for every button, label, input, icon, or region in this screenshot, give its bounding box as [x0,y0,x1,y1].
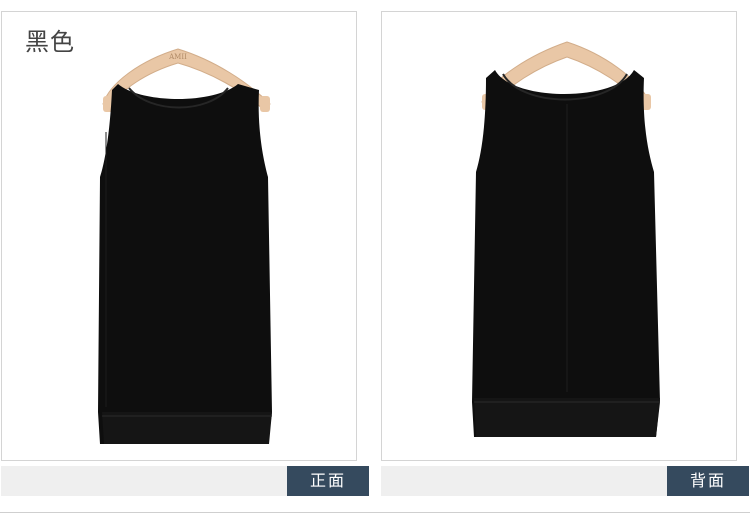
front-garment-image: AMII [98,48,272,444]
product-image-front: 黑色 AMII [1,11,357,461]
divider [0,512,750,513]
back-garment-image [472,41,660,437]
caption-bar-front: 正面 [1,466,369,496]
caption-front: 正面 [287,466,369,496]
product-image-back [381,11,737,461]
hanger-brand-text: AMII [168,53,187,61]
dress-back [472,70,660,437]
caption-bar-back: 背面 [381,466,749,496]
dress-front [98,84,272,444]
caption-back: 背面 [667,466,749,496]
